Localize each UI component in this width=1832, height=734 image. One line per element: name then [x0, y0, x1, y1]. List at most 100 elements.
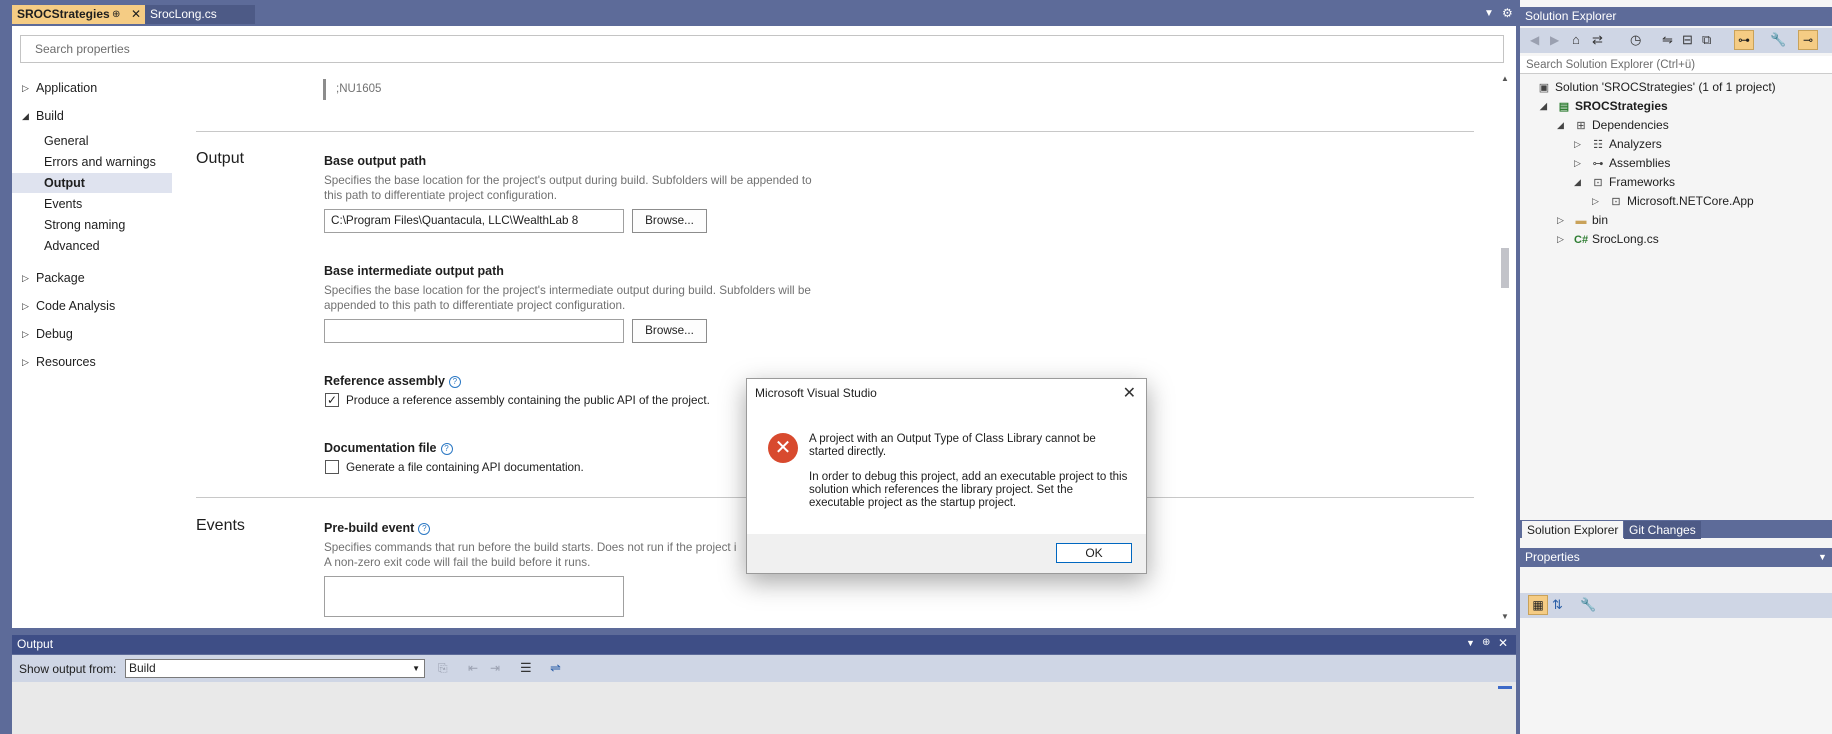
help-icon[interactable]: ?	[448, 376, 461, 388]
expand-icon[interactable]: ▷	[1557, 215, 1564, 226]
show-all-files-icon[interactable]: ⧉	[1702, 32, 1711, 48]
home-icon[interactable]: ⌂	[1572, 32, 1580, 47]
close-icon[interactable]: ✕	[1498, 636, 1508, 650]
dropdown-icon[interactable]: ▼	[1818, 552, 1827, 562]
nav-general[interactable]: General	[44, 134, 88, 148]
expand-icon[interactable]: ▷	[1592, 196, 1599, 207]
sync-icon[interactable]: ⇋	[1662, 32, 1673, 48]
tab-solution-explorer[interactable]: Solution Explorer	[1522, 521, 1624, 539]
pending-changes-icon[interactable]: ◷	[1630, 32, 1641, 48]
nav-resources[interactable]: ▷ Resources	[22, 355, 96, 369]
expand-icon[interactable]: ▷	[22, 357, 29, 368]
expand-icon[interactable]: ▷	[1574, 139, 1581, 150]
expand-icon[interactable]: ▷	[22, 301, 29, 312]
reference-assembly-checkbox[interactable]: ✓	[325, 393, 339, 407]
categorized-icon[interactable]: ▦	[1528, 595, 1548, 615]
nav-package[interactable]: ▷ Package	[22, 271, 85, 285]
collapse-icon[interactable]: ◢	[1557, 120, 1564, 131]
nav-application[interactable]: ▷ Application	[22, 81, 97, 95]
property-pages-icon[interactable]: 🔧	[1580, 597, 1596, 613]
close-tab-icon[interactable]: ✕	[131, 5, 141, 24]
tab-git-changes[interactable]: Git Changes	[1624, 521, 1701, 539]
analyzers-icon: ☷	[1593, 139, 1603, 151]
tree-assemblies[interactable]: ▷ ⊶ Assemblies	[1574, 156, 1670, 170]
solution-explorer-toolbar: ◀ ▶ ⌂ ⇄ ◷ ⇋ ⊟ ⧉ ⊶ 🔧 ⊸	[1520, 28, 1832, 53]
dropdown-icon[interactable]: ▼	[1466, 638, 1475, 648]
collapse-all-icon[interactable]: ⊟	[1682, 32, 1693, 48]
scrollbar-thumb[interactable]	[1501, 248, 1509, 288]
nav-code-analysis[interactable]: ▷ Code Analysis	[22, 299, 115, 313]
dialog-footer: OK	[747, 534, 1146, 573]
expand-icon[interactable]: ▷	[22, 83, 29, 94]
output-scroll-indicator[interactable]	[1498, 686, 1512, 689]
documentation-file-checkbox[interactable]	[325, 460, 339, 474]
word-wrap-icon[interactable]: ⇌	[550, 660, 561, 676]
gear-icon[interactable]: ⚙	[1502, 6, 1513, 20]
csharp-project-icon: ▤	[1558, 101, 1570, 113]
tree-frameworks[interactable]: ◢ ⊡ Frameworks	[1574, 175, 1675, 189]
tree-sroclong-cs[interactable]: ▷ C# SrocLong.cs	[1557, 232, 1659, 246]
next-message-icon[interactable]: ⇥	[490, 661, 500, 675]
nav-errors-warnings[interactable]: Errors and warnings	[44, 155, 156, 169]
tree-dependencies[interactable]: ◢ ⊞ Dependencies	[1557, 118, 1669, 132]
nav-advanced[interactable]: Advanced	[44, 239, 100, 253]
help-icon[interactable]: ?	[440, 443, 453, 455]
nav-events[interactable]: Events	[44, 197, 82, 211]
section-divider	[196, 131, 1474, 132]
previous-message-icon[interactable]: ⇤	[468, 661, 478, 675]
pre-build-event-input[interactable]	[324, 576, 624, 617]
forward-icon[interactable]: ▶	[1550, 33, 1559, 47]
switch-views-icon[interactable]: ⇄	[1592, 32, 1603, 48]
pin-icon[interactable]: ⊕	[1482, 637, 1490, 648]
collapse-icon[interactable]: ◢	[22, 111, 29, 122]
base-output-path-description: Specifies the base location for the proj…	[324, 174, 812, 202]
properties-wrench-icon[interactable]: 🔧	[1770, 32, 1786, 48]
pin-icon[interactable]: ⊕	[112, 5, 120, 24]
filter-icon[interactable]: ⊸	[1798, 30, 1818, 50]
collapse-icon[interactable]: ◢	[1574, 177, 1581, 188]
expand-icon[interactable]: ▷	[22, 329, 29, 340]
alphabetical-icon[interactable]: ⇅	[1552, 597, 1563, 613]
nav-strong-naming[interactable]: Strong naming	[44, 218, 125, 232]
clear-all-icon[interactable]: ☰	[520, 660, 532, 676]
expand-icon[interactable]: ▷	[1557, 234, 1564, 245]
browse-output-button[interactable]: Browse...	[632, 209, 707, 233]
tree-netcore-app[interactable]: ▷ ⊡ Microsoft.NETCore.App	[1592, 194, 1754, 208]
base-intermediate-path-input[interactable]	[324, 319, 624, 343]
suppress-warnings-value[interactable]: ;NU1605	[336, 83, 381, 95]
nav-build[interactable]: ◢ Build	[22, 109, 64, 123]
properties-toolbar: ▦ ⇅ 🔧	[1520, 593, 1832, 618]
ok-button[interactable]: OK	[1056, 543, 1132, 563]
solution-explorer-search[interactable]: Search Solution Explorer (Ctrl+ü)	[1520, 56, 1832, 74]
nav-output[interactable]: Output	[44, 176, 85, 190]
tree-bin-folder[interactable]: ▷ ▬ bin	[1557, 213, 1608, 227]
find-message-icon[interactable]: ⎘	[438, 661, 448, 676]
tree-solution[interactable]: ▣ Solution 'SROCStrategies' (1 of 1 proje…	[1537, 80, 1776, 94]
close-icon[interactable]: ✕	[1123, 383, 1136, 403]
output-text-area[interactable]	[12, 682, 1516, 734]
editor-scrollbar[interactable]: ▲ ▼	[1498, 74, 1512, 624]
tab-list-dropdown-icon[interactable]: ▼	[1484, 8, 1494, 19]
scroll-up-icon[interactable]: ▲	[1501, 74, 1509, 83]
expand-icon[interactable]: ▷	[1574, 158, 1581, 169]
tree-analyzers[interactable]: ▷ ☷ Analyzers	[1574, 137, 1662, 151]
tab-srocstrategies[interactable]: SROCStrategies ⊕ ✕	[12, 5, 154, 24]
tab-sroclong-cs[interactable]: SrocLong.cs	[145, 5, 255, 24]
preview-selected-icon[interactable]: ⊶	[1734, 30, 1754, 50]
nav-debug[interactable]: ▷ Debug	[22, 327, 73, 341]
browse-intermediate-button[interactable]: Browse...	[632, 319, 707, 343]
collapse-icon[interactable]: ◢	[1540, 101, 1547, 112]
back-icon[interactable]: ◀	[1530, 33, 1539, 47]
base-output-path-input[interactable]: C:\Program Files\Quantacula, LLC\WealthL…	[324, 209, 624, 233]
scroll-down-icon[interactable]: ▼	[1501, 612, 1509, 621]
output-source-select[interactable]: Build ▼	[125, 659, 425, 678]
tree-project[interactable]: ◢ ▤ SROCStrategies	[1540, 99, 1668, 113]
help-icon[interactable]: ?	[418, 523, 431, 535]
output-panel-header: Output	[12, 635, 1516, 654]
section-output-heading: Output	[196, 150, 245, 167]
expand-icon[interactable]: ▷	[22, 273, 29, 284]
nav-selection-highlight	[12, 173, 172, 193]
search-properties-input[interactable]: Search properties	[20, 35, 1504, 63]
reference-assembly-label: Reference assembly?	[324, 374, 461, 388]
base-intermediate-path-description: Specifies the base location for the proj…	[324, 284, 811, 312]
